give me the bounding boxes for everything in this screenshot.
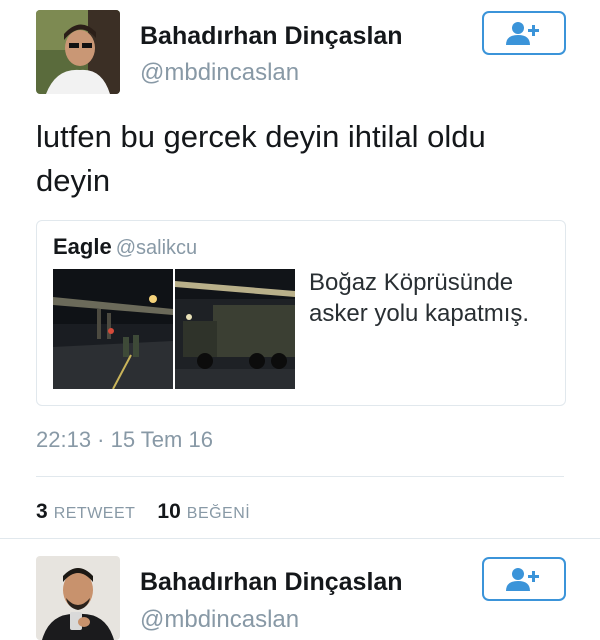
quoted-photo-1[interactable] — [53, 269, 173, 389]
quoted-author-name: Eagle — [53, 234, 112, 259]
tweet-timestamp[interactable]: 22:13 · 15 Tem 16 — [36, 427, 213, 453]
follow-button[interactable] — [482, 11, 566, 55]
avatar-image — [36, 10, 120, 94]
tweet-stats: 3 RETWEET 10 BEĞENİ — [36, 500, 272, 524]
retweet-count[interactable]: 3 — [36, 500, 48, 524]
next-follow-button[interactable] — [482, 557, 566, 601]
quoted-author-handle: @salikcu — [115, 237, 198, 259]
quoted-author: Eagle @salikcu — [53, 234, 197, 260]
tweet-text: lutfen bu gercek deyin ihtilal oldu deyi… — [36, 119, 486, 198]
next-author-handle[interactable]: @mbdincaslan — [140, 606, 299, 634]
truck-photo — [175, 269, 295, 389]
divider — [36, 476, 564, 477]
bridge-photo — [53, 269, 173, 389]
next-author-avatar[interactable] — [36, 556, 120, 640]
quoted-tweet-text: Boğaz Köprüsünde asker yolu kapatmış. — [309, 269, 530, 327]
quoted-tweet-card[interactable]: Eagle @salikcu Boğaz Köprüsünde asker yo… — [36, 220, 566, 406]
next-author-name[interactable]: Bahadırhan Dinçaslan — [140, 568, 403, 597]
add-user-icon — [506, 568, 539, 591]
quoted-photo-2[interactable] — [175, 269, 295, 389]
author-name[interactable]: Bahadırhan Dinçaslan — [140, 22, 403, 51]
tweet-separator — [0, 538, 600, 539]
like-count[interactable]: 10 — [157, 500, 180, 524]
add-user-icon — [506, 22, 539, 45]
author-handle[interactable]: @mbdincaslan — [140, 59, 299, 87]
avatar-image — [36, 556, 120, 640]
author-avatar[interactable] — [36, 10, 120, 94]
like-label[interactable]: BEĞENİ — [187, 505, 250, 523]
retweet-label[interactable]: RETWEET — [54, 505, 136, 523]
